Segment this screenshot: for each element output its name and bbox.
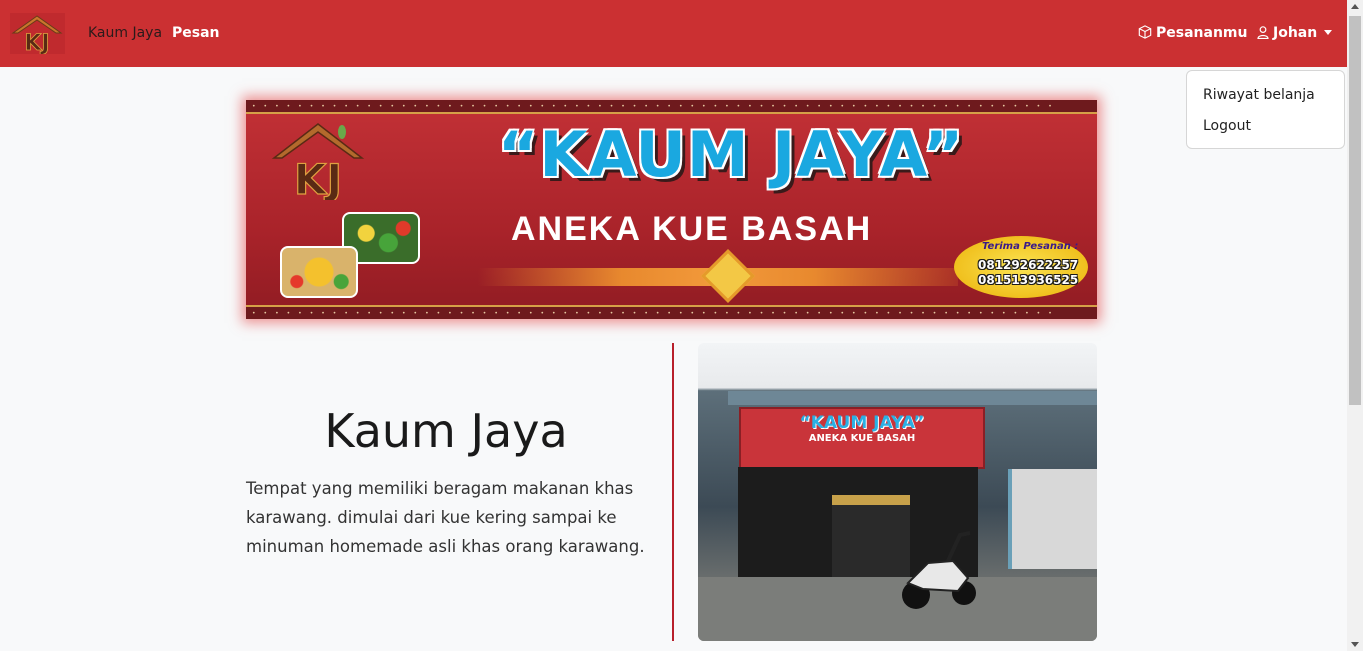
photo-shop-sign: “KAUM JAYA” ANEKA KUE BASAH <box>739 407 985 469</box>
brand-logo-text: KJ <box>24 31 49 54</box>
scrollbar-thumb[interactable] <box>1349 16 1361 405</box>
banner-top-border: ••••••••••••••••••••••••••••••••••••••••… <box>246 100 1097 114</box>
user-icon <box>1257 26 1269 40</box>
banner-dots-decoration: ••••••••••••••••••••••••••••••••••••••••… <box>252 310 1060 317</box>
brand-logo[interactable]: KJ <box>10 13 65 54</box>
nav-home-link[interactable]: Kaum Jaya <box>88 24 162 42</box>
banner-logo: KJ <box>271 123 365 200</box>
banner-title: “KAUM JAYA” <box>497 118 965 191</box>
scroll-down-icon[interactable] <box>1351 642 1359 647</box>
chevron-down-icon <box>1324 30 1333 35</box>
motorcycle-icon <box>902 531 976 609</box>
banner-dots-decoration: ••••••••••••••••••••••••••••••••••••••••… <box>252 103 1060 110</box>
menu-item-purchase-history[interactable]: Riwayat belanja <box>1203 87 1315 103</box>
user-menu-toggle[interactable]: Johan <box>1257 24 1333 42</box>
contact-label: Terima Pesanan : <box>982 241 1079 252</box>
banner-subtitle: ANEKA KUE BASAH <box>511 210 873 248</box>
nav-my-orders-link[interactable]: Pesananmu <box>1138 24 1247 42</box>
tumpeng-image <box>280 246 358 298</box>
nav-my-orders-label: Pesananmu <box>1156 25 1248 41</box>
storefront-photo: “KAUM JAYA” ANEKA KUE BASAH <box>698 343 1097 641</box>
nav-order-link[interactable]: Pesan <box>172 24 220 42</box>
diamond-ornament-icon <box>701 249 755 303</box>
photo-roof <box>728 391 1097 405</box>
section-divider <box>672 343 674 641</box>
banner-bottom-border: ••••••••••••••••••••••••••••••••••••••••… <box>246 305 1097 319</box>
box-icon <box>1138 25 1152 39</box>
photo-sign-subtitle: ANEKA KUE BASAH <box>808 433 916 444</box>
scroll-up-icon[interactable] <box>1351 4 1359 9</box>
photo-sign-title: “KAUM JAYA” <box>799 413 925 433</box>
banner-logo-text: KJ <box>294 155 342 200</box>
store-description: Tempat yang memiliki beragam makanan kha… <box>246 479 645 556</box>
top-navbar: KJ Kaum Jaya Pesan Pesananmu Johan <box>0 0 1347 67</box>
user-name-label: Johan <box>1273 25 1318 41</box>
user-dropdown-menu: Riwayat belanja Logout <box>1186 70 1345 149</box>
store-banner: ••••••••••••••••••••••••••••••••••••••••… <box>246 100 1097 319</box>
menu-item-logout[interactable]: Logout <box>1203 118 1251 134</box>
store-title: Kaum Jaya <box>324 404 568 458</box>
contact-phone: 081513936525 <box>978 273 1079 287</box>
photo-side-cabinet <box>1008 469 1097 569</box>
contact-phone: 081292622257 <box>978 258 1079 272</box>
